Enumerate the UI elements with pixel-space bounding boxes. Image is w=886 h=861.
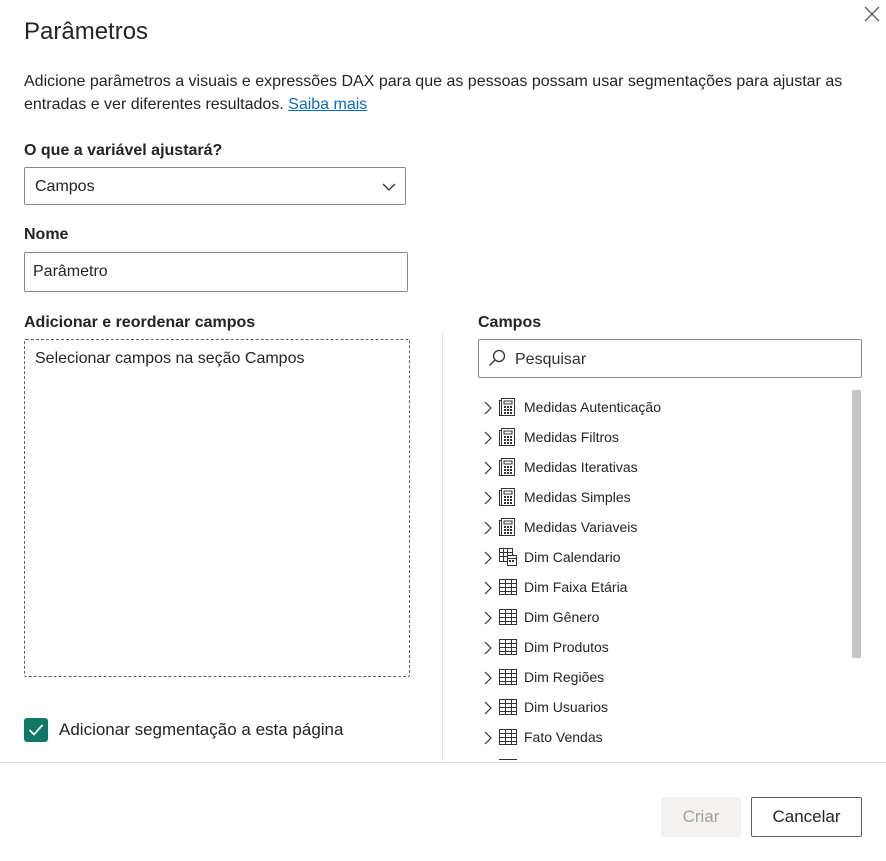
field-tree-item[interactable]: Dim Regiões [478, 662, 846, 692]
close-icon [864, 6, 880, 22]
calculator-table-icon [499, 428, 515, 446]
add-slicer-label: Adicionar segmentação a esta página [59, 720, 344, 739]
field-tree-item-label: Dim Gênero [524, 609, 600, 625]
description-text: Adicione parâmetros a visuais e expressõ… [24, 73, 843, 113]
dialog-description: Adicione parâmetros a visuais e expressõ… [24, 70, 844, 116]
drop-zone-placeholder: Selecionar campos na seção Campos [35, 350, 305, 367]
dialog-title: Parâmetros [24, 18, 149, 45]
field-tree-item[interactable] [478, 752, 846, 760]
date-table-icon [499, 548, 517, 566]
field-tree-item-label: Medidas Autenticação [524, 399, 661, 415]
field-tree-item-label: Dim Calendario [524, 549, 621, 565]
table-icon [499, 759, 517, 760]
calculator-table-icon [499, 488, 515, 506]
field-tree-item-label: Medidas Variaveis [524, 519, 638, 535]
field-tree-item-label: Medidas Iterativas [524, 459, 638, 475]
chevron-right-icon [484, 731, 492, 745]
table-icon [499, 669, 517, 685]
chevron-right-icon [484, 581, 492, 595]
search-icon [489, 349, 506, 366]
add-slicer-checkbox[interactable] [24, 718, 48, 742]
field-tree-item[interactable]: Dim Gênero [478, 602, 846, 632]
name-label: Nome [24, 226, 69, 243]
field-tree-item-label: Dim Produtos [524, 639, 609, 655]
table-icon [499, 639, 517, 655]
panel-divider [442, 332, 443, 762]
add-fields-label: Adicionar e reordenar campos [24, 314, 256, 331]
create-button[interactable]: Criar [661, 797, 741, 837]
calculator-table-icon [499, 458, 515, 476]
field-tree-item-label: Dim Regiões [524, 669, 605, 685]
field-tree-item-label: Medidas Filtros [524, 429, 619, 445]
chevron-right-icon [484, 641, 492, 655]
table-icon [499, 729, 517, 745]
variable-label: O que a variável ajustará? [24, 142, 223, 159]
fields-scrollbar[interactable] [852, 390, 861, 658]
field-tree-item[interactable]: Dim Produtos [478, 632, 846, 662]
footer-divider [0, 762, 886, 763]
chevron-right-icon [484, 461, 492, 475]
field-tree-item[interactable]: Dim Calendario [478, 542, 846, 572]
chevron-right-icon [484, 671, 492, 685]
chevron-down-icon [382, 183, 396, 191]
field-tree-item[interactable]: Fato Vendas [478, 722, 846, 752]
chevron-right-icon [484, 491, 492, 505]
chevron-right-icon [484, 701, 492, 715]
cancel-button[interactable]: Cancelar [751, 797, 862, 837]
field-tree-item-label: Dim Usuarios [524, 699, 609, 715]
table-icon [499, 609, 517, 625]
fields-drop-zone[interactable]: Selecionar campos na seção Campos [24, 339, 410, 677]
variable-dropdown-value: Campos [35, 178, 95, 195]
fields-search-input[interactable] [513, 346, 847, 374]
field-tree-item[interactable]: Medidas Autenticação [478, 392, 846, 422]
calculator-table-icon [499, 398, 515, 416]
field-tree-item-label: Fato Vendas [524, 729, 603, 745]
field-tree-item[interactable]: Medidas Filtros [478, 422, 846, 452]
checkmark-icon [28, 724, 44, 736]
calculator-table-icon [499, 518, 515, 536]
field-tree-item[interactable]: Medidas Variaveis [478, 512, 846, 542]
chevron-right-icon [484, 401, 492, 415]
variable-dropdown[interactable]: Campos [24, 167, 406, 205]
chevron-right-icon [484, 551, 492, 565]
table-icon [499, 579, 517, 595]
field-tree-item[interactable]: Medidas Simples [478, 482, 846, 512]
field-tree-item[interactable]: Dim Faixa Etária [478, 572, 846, 602]
chevron-right-icon [484, 521, 492, 535]
fields-tree: Medidas Autenticação Medidas Filtros Medid… [478, 392, 846, 760]
name-input[interactable] [24, 252, 408, 292]
close-button[interactable] [858, 0, 886, 28]
chevron-right-icon [484, 431, 492, 445]
field-tree-item[interactable]: Medidas Iterativas [478, 452, 846, 482]
field-tree-item-label: Medidas Simples [524, 489, 631, 505]
fields-search-box[interactable] [478, 339, 862, 378]
field-tree-item-label: Dim Faixa Etária [524, 579, 628, 595]
fields-label: Campos [478, 314, 542, 331]
chevron-right-icon [484, 611, 492, 625]
table-icon [499, 699, 517, 715]
field-tree-item[interactable]: Dim Usuarios [478, 692, 846, 722]
learn-more-link[interactable]: Saiba mais [288, 96, 367, 113]
